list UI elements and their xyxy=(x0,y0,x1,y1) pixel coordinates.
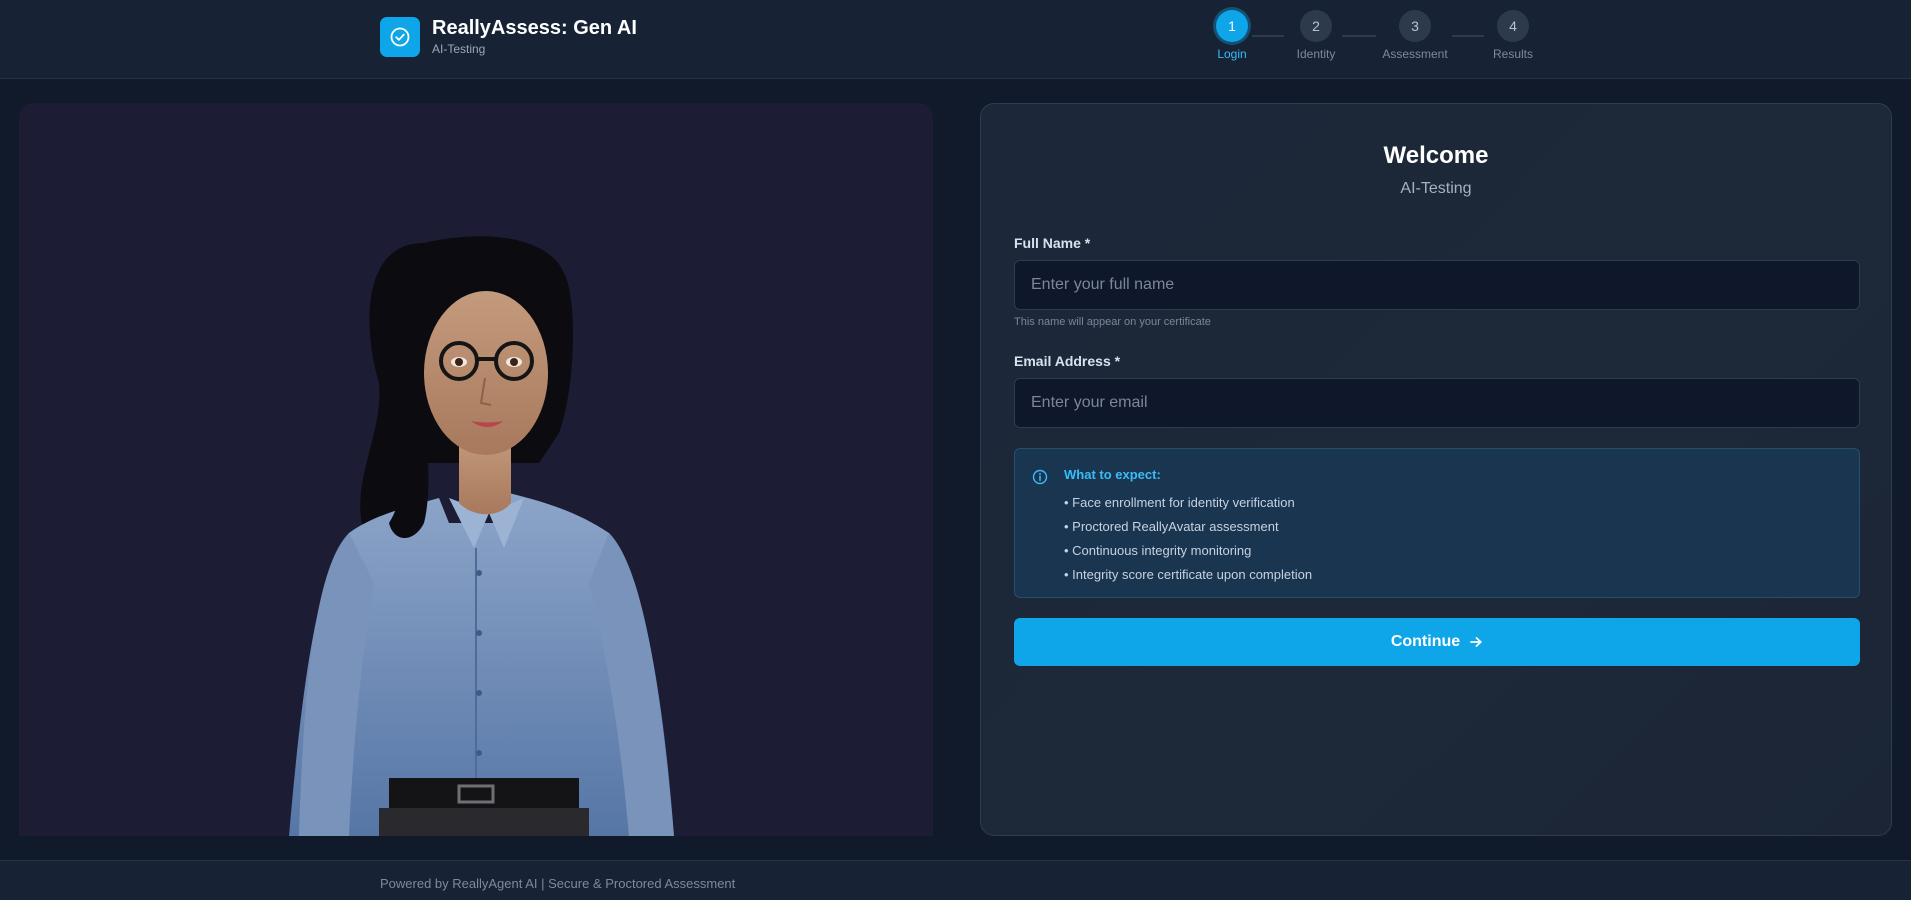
full-name-input[interactable] xyxy=(1014,260,1860,310)
brand: ReallyAssess: Gen AI AI-Testing xyxy=(380,16,637,57)
app-footer: Powered by ReallyAgent AI | Secure & Pro… xyxy=(0,860,1911,900)
list-item: • Integrity score certificate upon compl… xyxy=(1064,567,1313,582)
welcome-subtitle: AI-Testing xyxy=(1400,180,1472,197)
email-input[interactable] xyxy=(1014,378,1860,428)
step-number: 3 xyxy=(1399,10,1431,42)
email-label: Email Address * xyxy=(1014,353,1121,369)
app-header: ReallyAssess: Gen AI AI-Testing 1 Login … xyxy=(0,0,1911,79)
list-item: • Proctored ReallyAvatar assessment xyxy=(1064,519,1279,534)
list-item: • Continuous integrity monitoring xyxy=(1064,543,1252,558)
step-label: Identity xyxy=(1296,47,1336,61)
continue-button-label: Continue xyxy=(1390,633,1461,650)
app-title: ReallyAssess: Gen AI xyxy=(432,17,637,39)
info-title: What to expect: xyxy=(1064,467,1161,482)
login-card: Welcome AI-Testing Full Name * This name… xyxy=(980,103,1892,836)
list-item: • Face enrollment for identity verificat… xyxy=(1064,495,1295,510)
step-label: Assessment xyxy=(1382,47,1448,61)
step-login: 1 Login xyxy=(1192,10,1272,61)
step-results: 4 Results xyxy=(1473,10,1553,61)
step-identity: 2 Identity xyxy=(1276,10,1356,61)
check-circle-icon xyxy=(380,16,420,57)
expectations-info-box: What to expect: • Face enrollment for id… xyxy=(1014,448,1860,598)
progress-stepper: 1 Login 2 Identity 3 Assessment 4 Result… xyxy=(1210,10,1550,66)
arrow-right-icon xyxy=(1469,635,1483,649)
avatar-illustration xyxy=(289,236,674,836)
avatar-viewport xyxy=(19,103,933,836)
info-icon xyxy=(1032,469,1048,490)
step-number: 4 xyxy=(1497,10,1529,42)
footer-text: Powered by ReallyAgent AI | Secure & Pro… xyxy=(380,876,736,891)
full-name-hint: This name will appear on your certificat… xyxy=(1014,316,1211,328)
step-label: Login xyxy=(1217,47,1247,61)
step-assessment: 3 Assessment xyxy=(1375,10,1455,61)
app-subtitle: AI-Testing xyxy=(432,42,486,56)
full-name-label: Full Name * xyxy=(1014,235,1091,251)
step-number: 2 xyxy=(1300,10,1332,42)
step-number: 1 xyxy=(1216,10,1248,42)
expectations-list: • Face enrollment for identity verificat… xyxy=(1064,491,1312,587)
step-label: Results xyxy=(1492,47,1533,61)
continue-button[interactable]: Continue xyxy=(1014,618,1860,666)
welcome-heading: Welcome xyxy=(1383,142,1489,169)
